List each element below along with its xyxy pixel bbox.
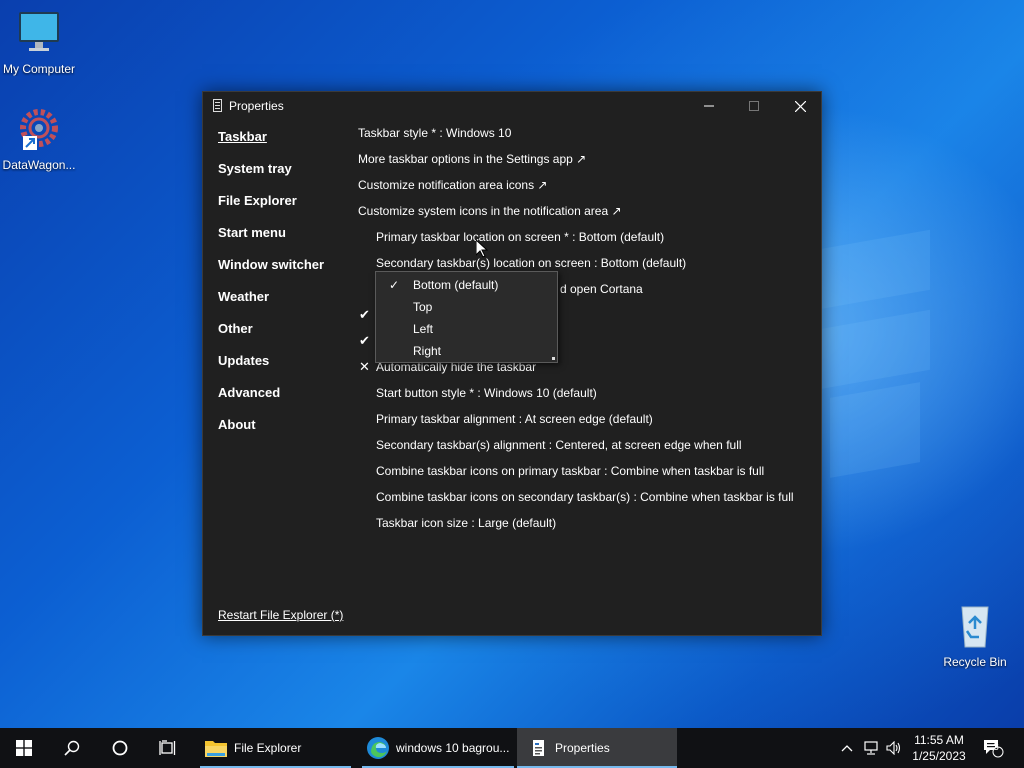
link-system-icons[interactable]: Customize system icons in the notificati… [358,204,622,218]
network-button[interactable] [860,728,882,768]
option-start-button-style[interactable]: Start button style * : Windows 10 (defau… [376,386,597,400]
search-icon [64,740,80,756]
link-settings-app[interactable]: More taskbar options in the Settings app… [358,152,586,166]
clock-time: 11:55 AM [914,733,964,747]
nav-item-system-tray[interactable]: System tray [218,161,292,176]
app-icon [213,99,222,112]
nav-item-weather[interactable]: Weather [218,289,269,304]
menu-item-right[interactable]: Right [376,340,557,362]
clock[interactable]: 11:55 AM 1/25/2023 [906,732,972,764]
menu-item-left[interactable]: Left [376,318,557,340]
nav-item-other[interactable]: Other [218,321,253,336]
checkmark-icon: ✓ [389,278,400,292]
action-center-button[interactable]: 3 [978,728,1008,768]
nav-item-start-menu[interactable]: Start menu [218,225,286,240]
taskbar-app-label: Properties [555,741,610,755]
nav-item-updates[interactable]: Updates [218,353,269,368]
link-notification-icons[interactable]: Customize notification area icons ↗ [358,178,547,192]
cortana-icon [112,740,128,756]
menu-item-label: Right [413,344,442,358]
option-cortana-partial[interactable]: d open Cortana [560,282,643,296]
taskbar-app-edge[interactable]: windows 10 bagrou... [362,728,514,768]
taskbar-app-label: File Explorer [234,741,302,755]
desktop-icon-label: My Computer [2,62,76,76]
taskbar-app-label: windows 10 bagrou... [396,741,510,755]
desktop-icon-label: DataWagon... [2,158,76,172]
mouse-cursor-icon [476,240,488,258]
folder-icon [205,741,227,757]
checkmark-icon[interactable]: ✔ [359,333,370,349]
recycle-bin-icon [951,603,999,651]
properties-app-icon [533,740,544,756]
chevron-up-icon [841,745,853,752]
location-dropdown-menu: ✓ Bottom (default) Top Left Right [375,271,558,363]
taskbar: File Explorer windows 10 bagrou... Prope… [0,728,1024,768]
cross-icon[interactable]: ✕ [359,359,370,375]
clock-date: 1/25/2023 [912,749,966,763]
resize-grip[interactable] [552,357,555,360]
properties-window: Properties Taskbar System tray File Expl… [202,91,822,636]
gear-shortcut-icon [15,106,63,154]
title-bar[interactable]: Properties [203,92,821,120]
option-combine-primary[interactable]: Combine taskbar icons on primary taskbar… [376,464,764,478]
cortana-button[interactable] [96,728,144,768]
menu-item-bottom[interactable]: ✓ Bottom (default) [376,274,557,296]
checkmark-icon[interactable]: ✔ [359,307,370,323]
option-primary-alignment[interactable]: Primary taskbar alignment : At screen ed… [376,412,653,426]
close-icon [794,100,806,112]
option-primary-location[interactable]: Primary taskbar location on screen * : B… [376,230,664,244]
edge-browser-icon [367,737,389,759]
wallpaper-beam [830,382,920,478]
menu-item-label: Bottom (default) [413,278,499,292]
network-icon [864,741,878,755]
option-combine-secondary[interactable]: Combine taskbar icons on secondary taskb… [376,490,794,504]
menu-item-top[interactable]: Top [376,296,557,318]
task-view-button[interactable] [144,728,192,768]
menu-item-label: Left [413,322,434,336]
windows-logo-icon [16,740,32,756]
start-button[interactable] [0,728,48,768]
maximize-icon [749,101,759,111]
desktop-icon-datawagon[interactable]: DataWagon... [1,106,77,172]
nav-item-file-explorer[interactable]: File Explorer [218,193,297,208]
task-view-icon [159,740,176,755]
taskbar-app-file-explorer[interactable]: File Explorer [200,728,351,768]
close-button[interactable] [777,92,823,120]
nav-item-about[interactable]: About [218,417,256,432]
restart-explorer-link[interactable]: Restart File Explorer (*) [218,608,343,622]
nav-item-taskbar[interactable]: Taskbar [218,129,267,144]
minimize-button[interactable] [686,92,732,120]
speaker-icon [886,741,901,755]
search-button[interactable] [48,728,96,768]
option-secondary-alignment[interactable]: Secondary taskbar(s) alignment : Centere… [376,438,742,452]
monitor-icon [15,10,63,58]
nav-item-advanced[interactable]: Advanced [218,385,280,400]
option-secondary-location[interactable]: Secondary taskbar(s) location on screen … [376,256,686,270]
menu-item-label: Top [413,300,433,314]
desktop-icon-my-computer[interactable]: My Computer [1,10,77,76]
show-hidden-icons-button[interactable] [836,728,858,768]
option-icon-size[interactable]: Taskbar icon size : Large (default) [376,516,556,530]
maximize-button[interactable] [731,92,777,120]
option-taskbar-style[interactable]: Taskbar style * : Windows 10 [358,126,511,140]
volume-button[interactable] [883,728,905,768]
desktop-icon-recycle-bin[interactable]: Recycle Bin [937,603,1013,669]
nav-item-window-switcher[interactable]: Window switcher [218,257,324,272]
taskbar-app-properties[interactable]: Properties [517,728,677,768]
minimize-icon [704,105,714,107]
desktop-icon-label: Recycle Bin [943,655,1007,669]
notification-badge: 3 [993,742,999,753]
window-title: Properties [229,99,284,113]
